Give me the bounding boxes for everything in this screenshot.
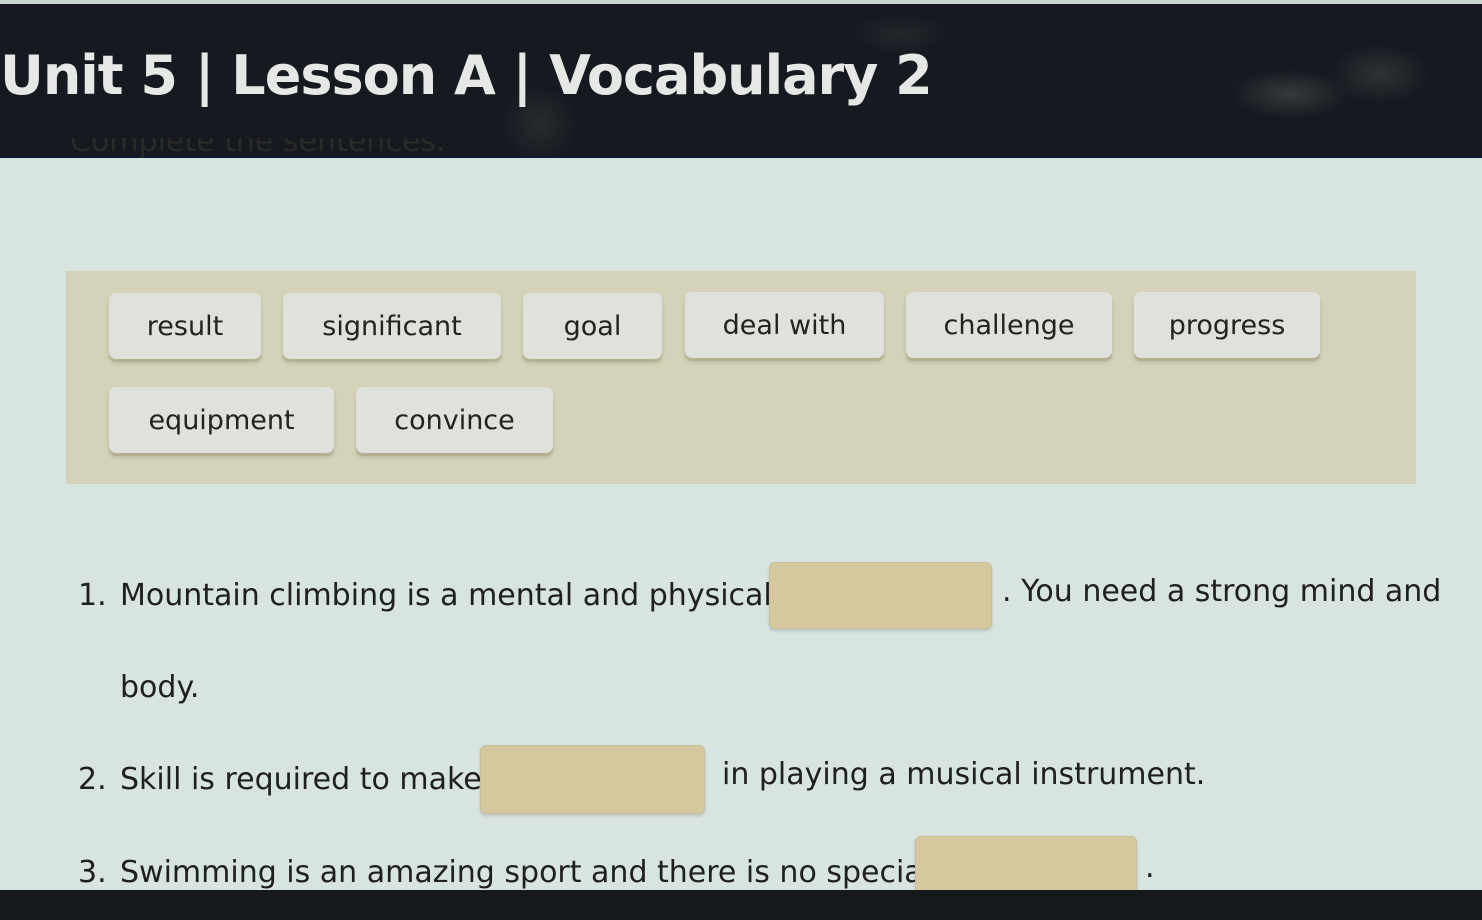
- word-chip-significant[interactable]: significant: [283, 293, 501, 359]
- question-1-text-after: . You need a strong mind and: [1002, 574, 1442, 609]
- question-3-answer-blank[interactable]: [915, 836, 1137, 896]
- question-3-text-after: .: [1145, 850, 1155, 885]
- word-chip-challenge[interactable]: challenge: [906, 292, 1112, 358]
- question-2-text-before: Skill is required to make: [120, 762, 482, 797]
- question-1-answer-blank[interactable]: [769, 562, 992, 629]
- word-chip-progress[interactable]: progress: [1134, 292, 1320, 358]
- question-1-number: 1.: [78, 578, 107, 613]
- word-chip-deal-with[interactable]: deal with: [685, 292, 884, 358]
- question-1-text-before: Mountain climbing is a mental and physic…: [120, 578, 772, 613]
- question-3-number: 3.: [78, 855, 107, 890]
- word-chip-equipment[interactable]: equipment: [109, 387, 334, 453]
- lesson-title: Unit 5 | Lesson A | Vocabulary 2: [0, 44, 933, 107]
- question-2-answer-blank[interactable]: [480, 745, 705, 814]
- question-2-text-after: in playing a musical instrument.: [722, 757, 1206, 792]
- lesson-header: Unit 5 | Lesson A | Vocabulary 2: [0, 4, 1482, 158]
- bottom-bezel: [0, 890, 1482, 920]
- word-chip-convince[interactable]: convince: [356, 387, 553, 453]
- word-chip-result[interactable]: result: [109, 293, 261, 359]
- word-bank: result significant goal deal with challe…: [66, 271, 1416, 484]
- question-3-text-before: Swimming is an amazing sport and there i…: [120, 855, 932, 890]
- instruction-label: Complete the sentences.: [70, 138, 446, 159]
- question-2-number: 2.: [78, 762, 107, 797]
- question-1-text-continuation: body.: [120, 670, 200, 705]
- word-chip-goal[interactable]: goal: [523, 293, 662, 359]
- instruction-text: Complete the sentences.: [70, 138, 445, 174]
